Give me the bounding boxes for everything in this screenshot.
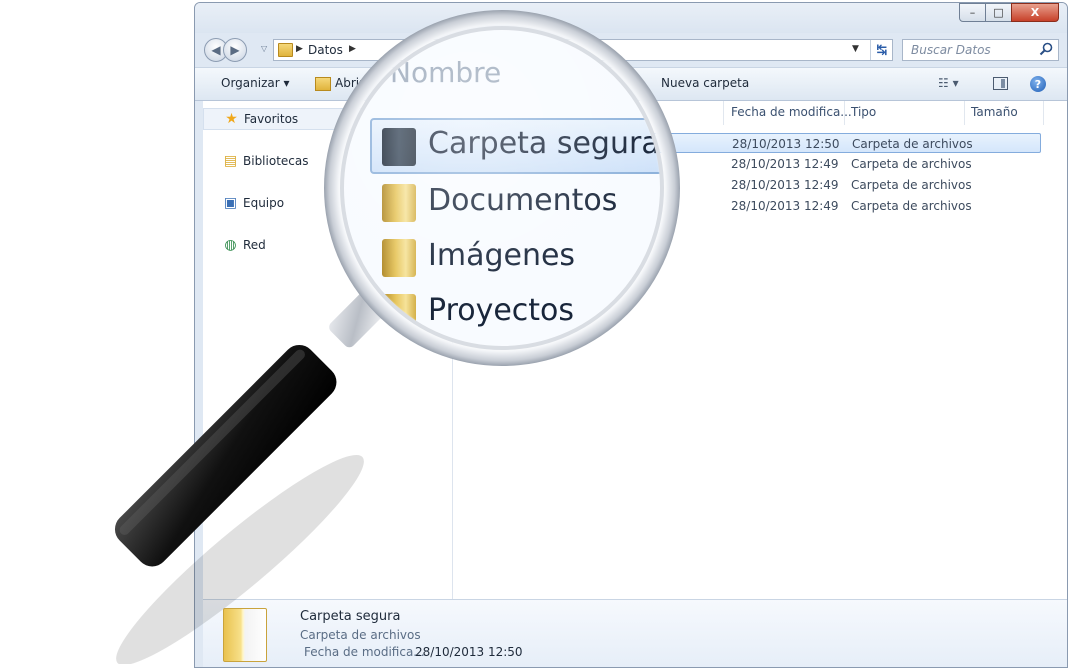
sidebar-item-label: Equipo [243,196,285,210]
new-folder-button[interactable]: Nueva carpeta [661,76,749,90]
search-icon[interactable] [1039,42,1053,56]
column-divider[interactable] [1043,101,1044,125]
details-pane: Carpeta segura Carpeta de archivos Fecha… [203,599,1067,667]
refresh-icon[interactable]: ↹ [870,40,893,60]
forward-button[interactable]: ▶ [223,38,247,62]
organize-label: Organizar [221,76,280,90]
row-date: 28/10/2013 12:50 [732,137,840,151]
row-type: Carpeta de archivos [852,137,973,151]
row-date: 28/10/2013 12:49 [731,157,839,171]
folder-icon [278,43,293,57]
details-modified-label: Fecha de modifica... [304,645,425,659]
libraries-icon: ▤ [223,153,238,169]
lens-column-header: Nombre [390,56,502,89]
change-view-icon[interactable]: ☷ ▾ [938,76,959,90]
close-button[interactable]: X [1011,3,1059,22]
details-type: Carpeta de archivos [300,628,421,642]
star-icon: ★ [225,111,238,127]
folder-icon [223,608,267,662]
sidebar-item-label: Bibliotecas [243,154,309,168]
minimize-button[interactable]: – [959,3,986,22]
organize-button[interactable]: Organizar ▾ [221,76,290,90]
row-date: 28/10/2013 12:49 [731,178,839,192]
column-header-size[interactable]: Tamaño [971,105,1018,119]
lens-row-name: Carpeta segura [428,126,660,161]
row-type: Carpeta de archivos [851,157,972,171]
lens-row-name: Imágenes [428,238,576,273]
arrow-right-icon: ▶ [230,43,240,57]
folder-icon [382,294,416,332]
maximize-button[interactable]: □ [985,3,1012,22]
secure-folder-icon [382,128,416,166]
open-icon [315,77,331,91]
magnified-view: Nombre Carpeta segura Documentos Imágene… [342,28,662,348]
computer-icon: ▣ [223,195,238,211]
sidebar-item-label: Red [243,238,266,252]
column-divider[interactable] [844,101,845,125]
details-modified-value: 28/10/2013 12:50 [415,645,523,659]
preview-pane-icon[interactable] [993,77,1008,90]
lens-row-name: Proyectos [428,293,575,328]
search-placeholder: Buscar Datos [911,43,991,57]
lens-row-name: Documentos [428,183,618,218]
column-header-type[interactable]: Tipo [851,105,876,119]
column-divider[interactable] [723,101,724,125]
folder-icon [382,184,416,222]
column-divider[interactable] [964,101,965,125]
row-date: 28/10/2013 12:49 [731,199,839,213]
details-name: Carpeta segura [300,609,401,624]
breadcrumb-datos[interactable]: Datos [308,43,343,57]
address-dropdown-icon[interactable]: ▼ [852,44,859,54]
arrow-left-icon: ◀ [211,43,221,57]
row-type: Carpeta de archivos [851,199,972,213]
network-icon: ◍ [224,237,237,253]
sidebar-item-label: Favoritos [244,112,299,126]
folder-icon [382,239,416,277]
row-type: Carpeta de archivos [851,178,972,192]
breadcrumb-arrow-icon[interactable]: ▶ [296,44,303,54]
search-input[interactable]: Buscar Datos [902,39,1059,61]
history-dropdown-icon[interactable]: ▽ [261,44,267,53]
help-icon[interactable]: ? [1030,76,1046,92]
column-header-date[interactable]: Fecha de modifica... [731,105,852,119]
